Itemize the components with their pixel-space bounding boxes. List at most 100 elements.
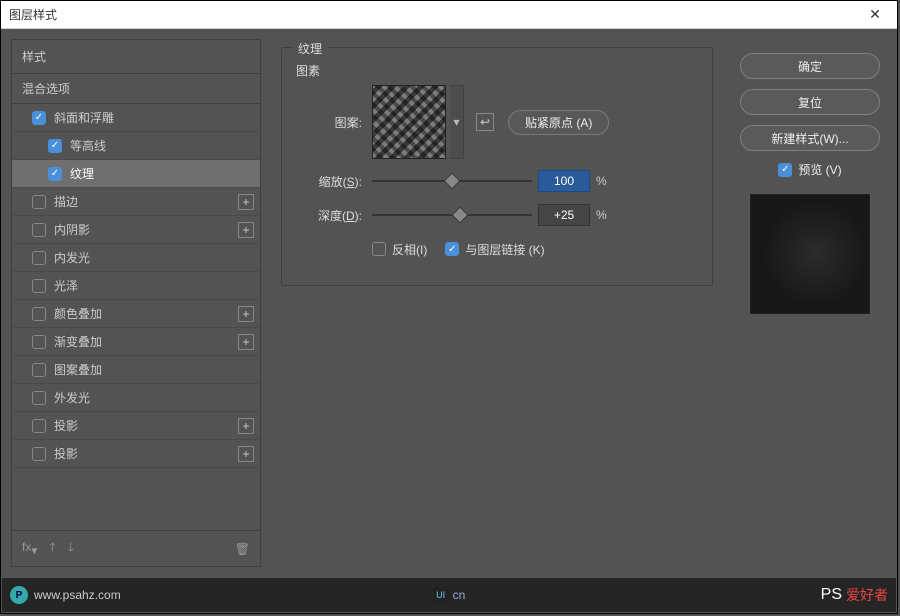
style-row-7[interactable]: 颜色叠加 + — [12, 300, 260, 328]
preview-label: 预览 (V) — [798, 161, 841, 178]
style-checkbox[interactable] — [32, 223, 46, 237]
style-checkbox[interactable]: ✓ — [48, 167, 62, 181]
styles-footer: fx▾ 🡑 🡓 🗑 — [12, 530, 260, 566]
link-layer-checkbox[interactable]: ✓ — [445, 242, 459, 256]
invert-label: 反相(I) — [392, 241, 427, 258]
style-row-12[interactable]: 投影 + — [12, 440, 260, 468]
pattern-row: 图案: ▾ ↩ 贴紧原点 (A) — [296, 85, 698, 159]
depth-label: 深度(D): — [296, 207, 362, 224]
styles-header: 样式 — [12, 40, 260, 73]
preview-checkbox[interactable]: ✓ — [778, 163, 792, 177]
checks-row: 反相(I) ✓ 与图层链接 (K) — [296, 237, 698, 261]
new-style-button[interactable]: 新建样式(W)... — [740, 125, 880, 151]
style-row-9[interactable]: 图案叠加 — [12, 356, 260, 384]
ok-button[interactable]: 确定 — [740, 53, 880, 79]
style-checkbox[interactable] — [32, 363, 46, 377]
style-checkbox[interactable] — [32, 279, 46, 293]
style-checkbox[interactable] — [32, 447, 46, 461]
texture-legend: 纹理 — [292, 40, 328, 57]
style-list: ✓ 斜面和浮雕 ✓ 等高线 ✓ 纹理描边 + 内阴影 + 内发光光泽颜色叠加 + 渐变叠加 + 图案叠加外… — [12, 103, 260, 468]
content-area: 样式 混合选项 ✓斜面和浮雕✓等高线✓纹理描边+内阴影+内发光光泽颜色叠加+渐变… — [1, 29, 897, 577]
watermark-bar: P www.psahz.com UI cn PS 爱好者 — [2, 578, 896, 612]
style-checkbox[interactable] — [32, 195, 46, 209]
invert-checkbox[interactable] — [372, 242, 386, 256]
depth-slider[interactable] — [372, 207, 532, 223]
add-effect-icon[interactable]: + — [238, 194, 254, 210]
texture-fieldset: 纹理 图素 图案: ▾ ↩ 贴紧原点 (A) 缩放(S): % — [281, 47, 713, 286]
scale-slider[interactable] — [372, 173, 532, 189]
style-label: 内阴影 — [54, 221, 90, 238]
scale-input[interactable] — [538, 170, 590, 192]
reset-button[interactable]: 复位 — [740, 89, 880, 115]
titlebar: 图层样式 ✕ — [1, 1, 897, 29]
watermark-badge-icon: P — [10, 586, 28, 604]
style-row-1[interactable]: ✓ 等高线 — [12, 132, 260, 160]
style-row-0[interactable]: ✓ 斜面和浮雕 — [12, 104, 260, 132]
move-down-icon[interactable]: 🡓 — [68, 538, 74, 559]
scale-unit: % — [596, 174, 607, 188]
style-checkbox[interactable]: ✓ — [32, 111, 46, 125]
add-effect-icon[interactable]: + — [238, 306, 254, 322]
style-row-5[interactable]: 内发光 — [12, 244, 260, 272]
watermark-center: UI cn — [433, 587, 466, 603]
style-label: 图案叠加 — [54, 361, 102, 378]
depth-input[interactable] — [538, 204, 590, 226]
watermark-left: P www.psahz.com — [10, 586, 121, 604]
style-label: 光泽 — [54, 277, 78, 294]
preview-thumbnail — [750, 194, 870, 314]
style-checkbox[interactable] — [32, 391, 46, 405]
style-row-2[interactable]: ✓ 纹理 — [12, 160, 260, 188]
style-checkbox[interactable] — [32, 307, 46, 321]
style-checkbox[interactable] — [32, 251, 46, 265]
style-label: 投影 — [54, 445, 78, 462]
watermark-right: PS 爱好者 — [821, 585, 888, 605]
preview-toggle-row: ✓ 预览 (V) — [778, 161, 841, 178]
ui-logo-icon: UI — [433, 587, 449, 603]
style-checkbox[interactable]: ✓ — [48, 139, 62, 153]
watermark-url: www.psahz.com — [34, 588, 121, 602]
add-effect-icon[interactable]: + — [238, 418, 254, 434]
dialog-title: 图层样式 — [9, 6, 57, 23]
add-effect-icon[interactable]: + — [238, 334, 254, 350]
add-effect-icon[interactable]: + — [238, 446, 254, 462]
style-label: 等高线 — [70, 137, 106, 154]
pattern-dropdown-icon[interactable]: ▾ — [450, 85, 464, 159]
blending-options[interactable]: 混合选项 — [12, 73, 260, 103]
link-layer-label: 与图层链接 (K) — [465, 241, 544, 258]
texture-settings-panel: 纹理 图素 图案: ▾ ↩ 贴紧原点 (A) 缩放(S): % — [271, 39, 723, 567]
scale-label: 缩放(S): — [296, 173, 362, 190]
pattern-swatch[interactable] — [372, 85, 446, 159]
style-label: 内发光 — [54, 249, 90, 266]
snap-origin-button[interactable]: 贴紧原点 (A) — [508, 110, 609, 135]
style-label: 外发光 — [54, 389, 90, 406]
layer-style-dialog: 图层样式 ✕ 样式 混合选项 ✓ 斜面和浮雕 ✓ 等高线 ✓ 纹理描边 + 内阴影 + 内发光光泽… — [0, 0, 898, 614]
style-row-10[interactable]: 外发光 — [12, 384, 260, 412]
add-effect-icon[interactable]: + — [238, 222, 254, 238]
ps-logo-icon: PS — [821, 586, 842, 604]
elements-label: 图素 — [296, 62, 698, 79]
scale-row: 缩放(S): % — [296, 169, 698, 193]
actions-panel: 确定 复位 新建样式(W)... ✓ 预览 (V) — [733, 39, 887, 567]
trash-icon[interactable]: 🗑 — [235, 542, 250, 556]
style-row-8[interactable]: 渐变叠加 + — [12, 328, 260, 356]
style-label: 纹理 — [70, 165, 94, 182]
style-label: 颜色叠加 — [54, 305, 102, 322]
style-label: 斜面和浮雕 — [54, 109, 114, 126]
style-checkbox[interactable] — [32, 419, 46, 433]
depth-row: 深度(D): % — [296, 203, 698, 227]
style-label: 投影 — [54, 417, 78, 434]
new-preset-icon[interactable]: ↩ — [476, 113, 494, 131]
style-row-3[interactable]: 描边 + — [12, 188, 260, 216]
style-checkbox[interactable] — [32, 335, 46, 349]
style-label: 渐变叠加 — [54, 333, 102, 350]
move-up-icon[interactable]: 🡑 — [49, 538, 55, 559]
style-row-6[interactable]: 光泽 — [12, 272, 260, 300]
style-label: 描边 — [54, 193, 78, 210]
depth-unit: % — [596, 208, 607, 222]
style-row-4[interactable]: 内阴影 + — [12, 216, 260, 244]
style-row-11[interactable]: 投影 + — [12, 412, 260, 440]
pattern-label: 图案: — [296, 114, 362, 131]
close-button[interactable]: ✕ — [861, 6, 889, 23]
styles-panel: 样式 混合选项 ✓斜面和浮雕✓等高线✓纹理描边+内阴影+内发光光泽颜色叠加+渐变… — [11, 39, 261, 567]
fx-menu-icon[interactable]: fx▾ — [22, 540, 37, 557]
